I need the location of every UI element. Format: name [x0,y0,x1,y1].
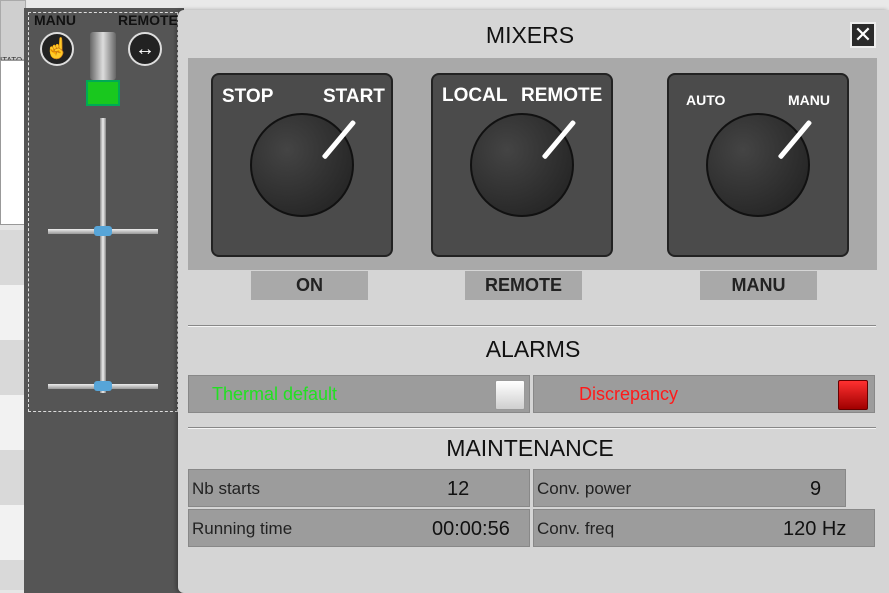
background-thumbnail [0,0,26,60]
discrepancy-alarm: Discrepancy [533,375,875,413]
local-remote-state: REMOTE [465,271,582,300]
running-time-value: 00:00:56 [432,518,510,540]
mixer-hub-lower [94,381,112,391]
local-label: LOCAL [442,85,508,106]
running-time-row: Running time 00:00:56 [188,509,530,547]
hand-icon[interactable]: ☝ [40,32,74,66]
alarms-title: ALARMS [485,336,581,362]
divider [188,326,876,327]
conv-freq-label: Conv. freq [537,519,615,538]
auto-manu-state: MANU [700,271,817,300]
remote-label: REMOTE [521,85,603,106]
maintenance-title: MAINTENANCE [446,435,614,461]
close-icon[interactable]: ✕ [850,22,876,48]
background-panel [0,60,25,225]
stop-label: STOP [222,86,274,107]
local-remote-knob[interactable] [470,113,574,217]
mixer-motor-icon [90,32,116,80]
start-stop-knob[interactable] [250,113,354,217]
thermal-default-lamp [495,380,525,410]
mixer-hub-upper [94,226,112,236]
auto-manu-knob[interactable] [706,113,810,217]
motor-status-indicator [86,80,120,106]
dialog-title: MIXERS [485,22,575,48]
manu-label: MANU [788,92,830,108]
discrepancy-lamp [838,380,868,410]
nb-starts-row: Nb starts 12 [188,469,530,507]
conv-power-row: Conv. power 9 [533,469,846,507]
manu-mode-label: MANU [34,12,76,28]
conv-freq-value: 120 Hz [783,518,847,540]
running-time-label: Running time [192,519,293,538]
conv-power-value: 9 [810,478,822,500]
alarm-label: Discrepancy [579,384,679,404]
conv-freq-row: Conv. freq 120 Hz [533,509,875,547]
divider [188,428,876,429]
nb-starts-label: Nb starts [192,479,261,498]
start-label: START [323,86,385,107]
remote-mode-label: REMOTE [118,12,178,28]
start-stop-state: ON [251,271,368,300]
alarm-label: Thermal default [212,384,338,404]
nb-starts-value: 12 [447,478,470,500]
auto-label: AUTO [686,92,726,108]
arrows-icon[interactable]: ↔ [128,32,162,66]
mixer-shaft [100,118,106,393]
thermal-default-alarm: Thermal default [188,375,530,413]
conv-power-label: Conv. power [537,479,632,498]
